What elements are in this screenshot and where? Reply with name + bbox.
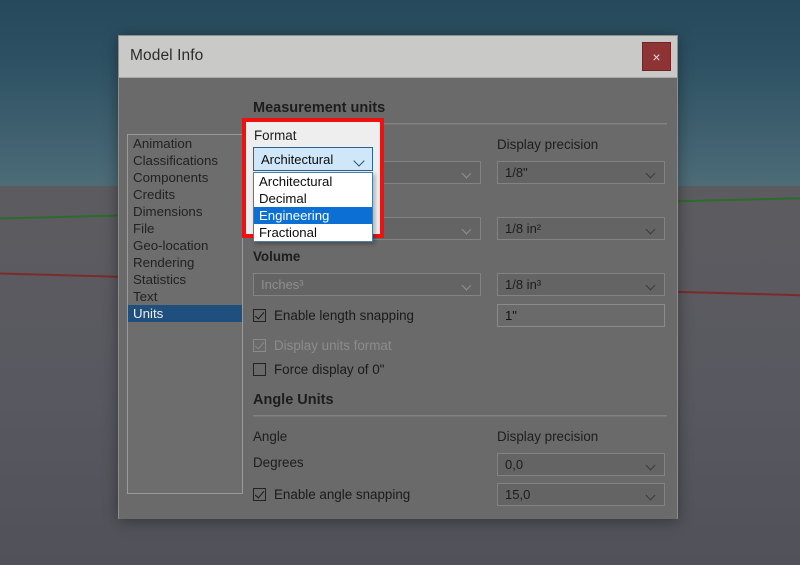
degrees-precision-value: 0,0 (505, 457, 524, 472)
angle-header-row: Angle Display precision (253, 427, 667, 446)
checkbox-icon (253, 362, 266, 376)
display-units-format-checkbox: Display units format (253, 334, 481, 356)
format-select[interactable]: Architectural (253, 147, 373, 171)
volume-label: Volume (253, 249, 301, 264)
length-snapping-input[interactable]: 1" (497, 304, 665, 327)
dialog-body: Animation Classifications Components Cre… (119, 78, 677, 519)
enable-length-snapping-checkbox[interactable]: Enable length snapping (253, 304, 481, 326)
format-label: Format (254, 128, 297, 143)
degrees-label: Degrees (253, 455, 304, 470)
angle-precision-header: Display precision (497, 429, 599, 444)
volume-precision-select[interactable]: 1/8 in³ (497, 273, 665, 296)
enable-length-snapping-label: Enable length snapping (274, 307, 414, 323)
checkbox-icon (253, 487, 266, 501)
angle-snapping-value: 15,0 (505, 487, 531, 502)
enable-angle-snapping-checkbox[interactable]: Enable angle snapping (253, 483, 481, 505)
sidebar-item-credits[interactable]: Credits (128, 186, 242, 203)
chevron-down-icon (647, 462, 656, 468)
format-select-value: Architectural (261, 151, 334, 167)
display-units-format-row: Display units format (253, 334, 667, 356)
angle-units-heading: Angle Units (253, 392, 334, 408)
length-precision-header: Display precision (497, 137, 599, 152)
volume-units-value: Inches³ (261, 277, 304, 292)
sidebar-item-components[interactable]: Components (128, 169, 242, 186)
length-precision-select[interactable]: 1/8" (497, 161, 665, 184)
area-precision-value: 1/8 in² (505, 221, 542, 236)
angle-snapping-row: Enable angle snapping 15,0 (253, 483, 667, 506)
volume-precision-value: 1/8 in³ (505, 277, 542, 292)
dialog-title: Model Info (130, 47, 204, 64)
length-snapping-value: 1" (505, 308, 517, 323)
volume-units-select[interactable]: Inches³ (253, 273, 481, 296)
app-root: Model Info × Animation Classifications C… (0, 0, 800, 565)
sidebar-item-geo-location[interactable]: Geo-location (128, 237, 242, 254)
format-option-list[interactable]: Architectural Decimal Engineering Fracti… (253, 172, 373, 242)
close-icon: × (652, 48, 661, 65)
format-highlight-annotation: Format Architectural Architectural Decim… (242, 118, 384, 242)
length-snapping-row: Enable length snapping 1" (253, 304, 667, 327)
length-precision-value: 1/8" (505, 165, 528, 180)
chevron-down-icon (353, 155, 365, 167)
display-units-format-label: Display units format (274, 337, 392, 353)
sidebar-item-animation[interactable]: Animation (128, 135, 242, 152)
checkbox-icon (253, 338, 266, 352)
chevron-down-icon (647, 226, 656, 232)
chevron-down-icon (647, 492, 656, 498)
close-button[interactable]: × (642, 42, 671, 71)
volume-label-row: Volume (253, 247, 667, 266)
angle-label: Angle (253, 429, 288, 444)
format-option-decimal[interactable]: Decimal (254, 190, 372, 207)
angle-snapping-select[interactable]: 15,0 (497, 483, 665, 506)
volume-row: Inches³ 1/8 in³ (253, 273, 667, 296)
degrees-precision-select[interactable]: 0,0 (497, 453, 665, 476)
enable-angle-snapping-label: Enable angle snapping (274, 486, 411, 502)
degrees-row: Degrees 0,0 (253, 453, 667, 476)
chevron-down-icon (463, 170, 472, 176)
force-display-zero-checkbox[interactable]: Force display of 0" (253, 358, 481, 380)
format-option-engineering[interactable]: Engineering (254, 207, 372, 224)
chevron-down-icon (463, 226, 472, 232)
format-option-architectural[interactable]: Architectural (254, 173, 372, 190)
sidebar-item-classifications[interactable]: Classifications (128, 152, 242, 169)
checkbox-icon (253, 308, 266, 322)
format-option-fractional[interactable]: Fractional (254, 224, 372, 241)
sidebar-item-units[interactable]: Units (128, 305, 242, 322)
force-display-zero-label: Force display of 0" (274, 361, 385, 377)
model-info-dialog: Model Info × Animation Classifications C… (118, 35, 678, 519)
sidebar-item-statistics[interactable]: Statistics (128, 271, 242, 288)
chevron-down-icon (647, 170, 656, 176)
angle-divider (253, 415, 667, 417)
sidebar-item-rendering[interactable]: Rendering (128, 254, 242, 271)
chevron-down-icon (463, 282, 472, 288)
sidebar-item-text[interactable]: Text (128, 288, 242, 305)
sidebar-item-file[interactable]: File (128, 220, 242, 237)
chevron-down-icon (647, 282, 656, 288)
force-display-zero-row: Force display of 0" (253, 358, 667, 380)
measurement-units-heading: Measurement units (253, 100, 386, 116)
category-list[interactable]: Animation Classifications Components Cre… (127, 134, 243, 494)
dialog-titlebar: Model Info × (119, 36, 677, 78)
area-precision-select[interactable]: 1/8 in² (497, 217, 665, 240)
sidebar-item-dimensions[interactable]: Dimensions (128, 203, 242, 220)
